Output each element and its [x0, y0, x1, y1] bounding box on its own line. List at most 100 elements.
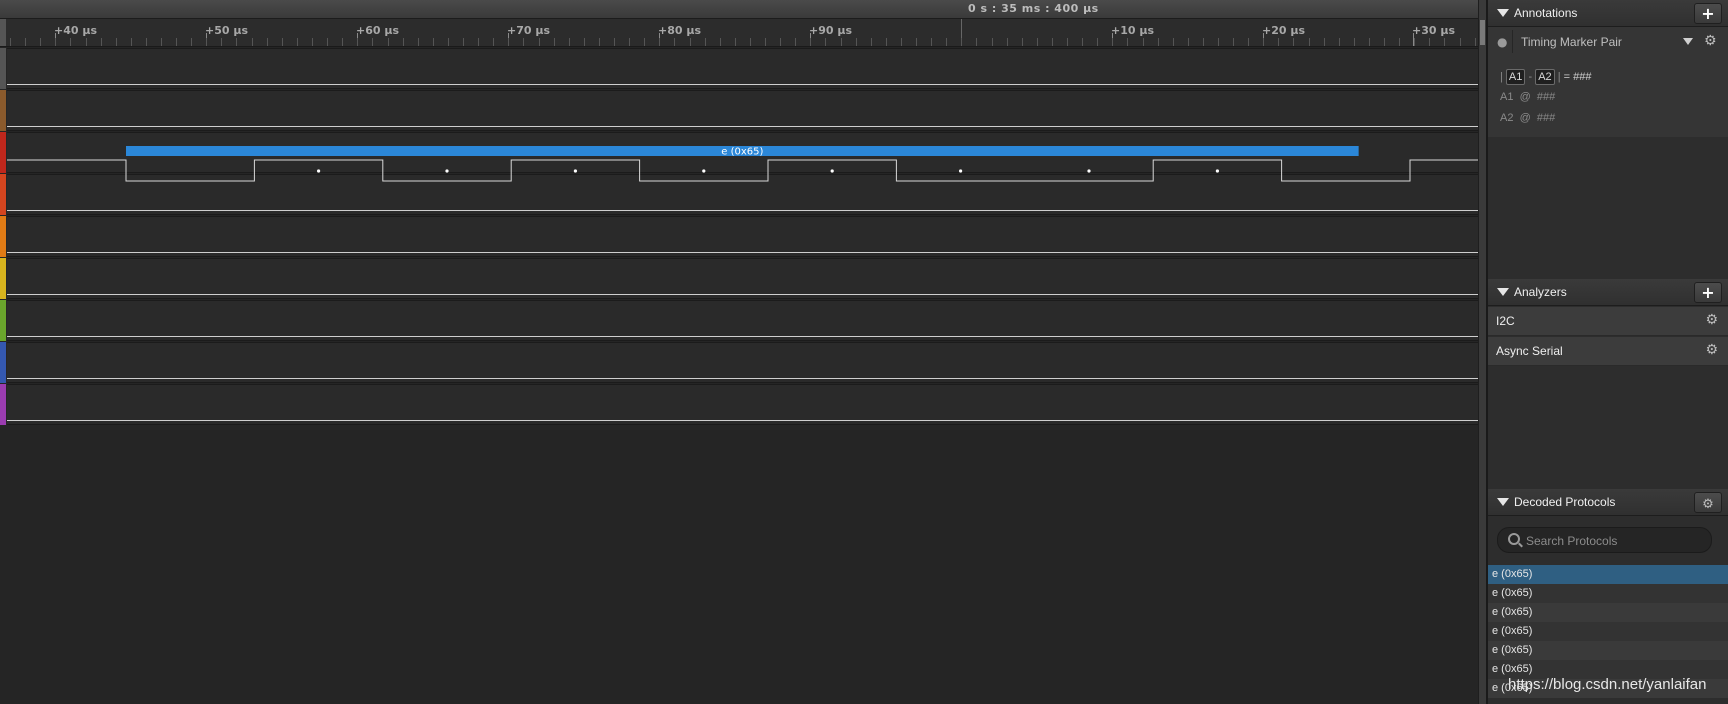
minor-tick — [1158, 38, 1159, 46]
minor-tick — [841, 38, 842, 46]
minor-tick — [25, 38, 26, 46]
minor-tick — [327, 38, 328, 46]
minor-tick — [236, 38, 237, 46]
decoded-protocols-settings-button[interactable]: ⚙ — [1694, 492, 1722, 513]
gear-icon[interactable]: ⚙ — [1705, 342, 1718, 358]
minor-tick — [705, 38, 706, 46]
pair-separator: - — [1528, 71, 1533, 83]
minor-tick — [1127, 38, 1128, 46]
search-protocols-input[interactable] — [1524, 531, 1708, 551]
decoded-protocol-text: e (0x65) — [1492, 625, 1533, 637]
minor-tick — [539, 38, 540, 46]
marker-a2-badge[interactable]: A2 — [1535, 69, 1555, 85]
minor-tick — [1203, 38, 1204, 46]
pair-value: = ### — [1563, 71, 1592, 83]
minor-tick — [131, 38, 132, 46]
minor-tick — [1444, 38, 1445, 46]
watermark-text: https://blog.csdn.net/yanlaifan — [1508, 676, 1707, 693]
triangle-down-icon[interactable] — [1497, 498, 1509, 506]
minor-tick — [931, 38, 932, 46]
minor-tick — [40, 38, 41, 46]
minor-tick — [569, 38, 570, 46]
right-panel: Annotations + ● Timing Marker Pair ⚙ | A… — [1486, 0, 1728, 704]
minor-tick — [856, 38, 857, 46]
decoded-protocol-row[interactable]: e (0x65) — [1488, 622, 1728, 641]
minor-tick — [267, 38, 268, 46]
minor-tick — [1309, 38, 1310, 46]
analyzer-label: I2C — [1496, 314, 1515, 328]
minor-tick — [478, 38, 479, 46]
minor-tick — [795, 38, 796, 46]
minor-tick — [614, 38, 615, 46]
marker-pair-readout: | A1 - A2 | = ### — [1500, 69, 1591, 85]
sample-point-dot — [702, 169, 706, 173]
minor-tick — [1022, 38, 1023, 46]
minor-tick — [1218, 38, 1219, 46]
serial-waveform: e (0x65) — [7, 146, 1478, 182]
minor-tick — [720, 38, 721, 46]
marker-a1-position: A1 @ ### — [1500, 91, 1556, 103]
minor-tick — [1097, 38, 1098, 46]
minor-tick — [825, 38, 826, 46]
minor-tick — [1007, 38, 1008, 46]
decoded-protocol-text: e (0x65) — [1492, 644, 1533, 656]
minor-tick — [448, 38, 449, 46]
triangle-down-icon[interactable] — [1497, 9, 1509, 17]
minor-tick — [750, 38, 751, 46]
decoded-protocol-text: e (0x65) — [1492, 663, 1533, 675]
gear-icon: ⚙ — [1702, 497, 1714, 512]
minor-tick — [191, 38, 192, 46]
triangle-down-icon[interactable] — [1497, 288, 1509, 296]
minor-tick — [674, 38, 675, 46]
add-analyzer-button[interactable]: + — [1694, 282, 1722, 303]
minor-tick — [659, 38, 660, 46]
marker-type-select[interactable]: Timing Marker Pair — [1512, 30, 1681, 53]
scrollbar-thumb[interactable] — [1480, 20, 1485, 45]
marker-a1-badge[interactable]: A1 — [1505, 69, 1526, 85]
minor-tick — [901, 38, 902, 46]
minor-tick — [961, 38, 962, 46]
minor-tick — [1293, 38, 1294, 46]
minor-tick — [418, 38, 419, 46]
marker-type-value: Timing Marker Pair — [1521, 35, 1622, 49]
minor-tick — [493, 38, 494, 46]
minor-tick — [10, 38, 11, 46]
minor-tick — [1082, 38, 1083, 46]
pin-icon[interactable]: ● — [1497, 35, 1507, 49]
minor-tick — [1037, 38, 1038, 46]
minor-tick — [523, 38, 524, 46]
analyzers-title: Analyzers — [1514, 285, 1567, 299]
minor-tick — [1339, 38, 1340, 46]
analyzer-item-async-serial[interactable]: Async Serial ⚙ — [1488, 337, 1728, 366]
minor-tick — [584, 38, 585, 46]
analyzers-header[interactable]: Analyzers + — [1488, 279, 1728, 306]
gear-icon[interactable]: ⚙ — [1704, 33, 1717, 49]
minor-tick — [1052, 38, 1053, 46]
minor-tick — [70, 38, 71, 46]
decoded-protocol-row[interactable]: e (0x65) — [1488, 584, 1728, 603]
sample-point-dot — [830, 169, 834, 173]
minor-tick — [146, 38, 147, 46]
minor-tick — [1233, 38, 1234, 46]
decoded-protocol-row[interactable]: e (0x65) — [1488, 603, 1728, 622]
minor-tick — [599, 38, 600, 46]
annotations-header[interactable]: Annotations + — [1488, 0, 1728, 27]
decoded-protocol-row[interactable]: e (0x65) — [1488, 641, 1728, 660]
minor-tick — [1188, 38, 1189, 46]
analyzer-item-i2c[interactable]: I2C ⚙ — [1488, 307, 1728, 336]
minor-tick — [176, 38, 177, 46]
gear-icon[interactable]: ⚙ — [1705, 312, 1718, 328]
minor-tick — [1173, 38, 1174, 46]
minor-tick — [282, 38, 283, 46]
minor-tick — [992, 38, 993, 46]
search-protocols-box[interactable] — [1497, 527, 1712, 553]
chevron-down-icon[interactable] — [1683, 38, 1693, 45]
waveform-area[interactable]: 0 s : 35 ms : 400 µs +40 µs +50 µs +60 µs +… — [0, 0, 1487, 704]
minor-tick — [1324, 38, 1325, 46]
decoded-protocol-row[interactable]: e (0x65) — [1488, 565, 1728, 584]
minor-tick — [644, 38, 645, 46]
add-annotation-button[interactable]: + — [1694, 3, 1722, 24]
decoded-protocols-header[interactable]: Decoded Protocols ⚙ — [1488, 489, 1728, 516]
minor-tick — [388, 38, 389, 46]
minor-tick — [1460, 38, 1461, 46]
